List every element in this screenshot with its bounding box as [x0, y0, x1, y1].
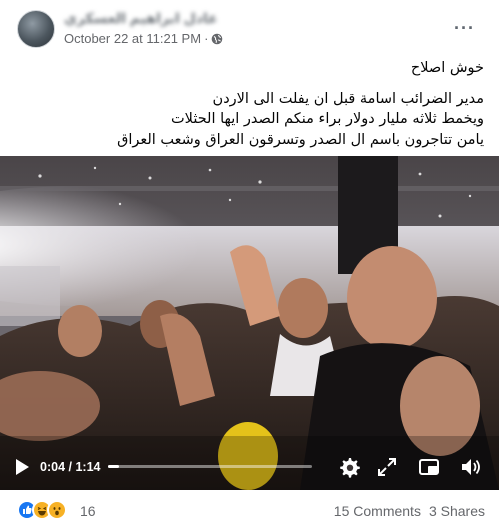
current-time: 0:04: [40, 460, 66, 474]
post-text-line: يامن تتاجرون باسم ال الصدر وتسرقون العرا…: [117, 131, 484, 148]
shares-count-link[interactable]: 3 Shares: [429, 503, 485, 519]
post-text-line: ويخمط ثلاثه مليار دولار براء منكم الصدر …: [171, 111, 484, 127]
globe-icon: [212, 33, 223, 44]
duration: 1:14: [75, 460, 101, 474]
more-options-button[interactable]: ···: [454, 18, 475, 39]
post-text: خوش اصلاح مدير الضرائب اسامة قبل ان يفلت…: [14, 58, 484, 150]
post-text-line: خوش اصلاح: [410, 60, 484, 76]
video-progress-fill: [108, 465, 120, 468]
comments-count-link[interactable]: 15 Comments: [334, 503, 421, 519]
play-icon[interactable]: [14, 458, 30, 476]
post-stats: 15 Comments 3 Shares: [334, 503, 485, 519]
picture-in-picture-icon[interactable]: [418, 456, 440, 478]
author-avatar[interactable]: [17, 10, 55, 48]
volume-icon[interactable]: [460, 456, 482, 478]
settings-icon[interactable]: [338, 456, 360, 478]
post-meta: October 22 at 11:21 PM ·: [64, 31, 223, 46]
facebook-post: عادل ابراهيم العسكري October 22 at 11:21…: [0, 0, 499, 530]
post-text-line: مدير الضرائب اسامة قبل ان يفلت الى الارد…: [212, 90, 484, 107]
fullscreen-icon[interactable]: [376, 456, 398, 478]
meta-separator: ·: [204, 31, 209, 46]
post-footer: 16 15 Comments 3 Shares: [0, 492, 499, 530]
video-player[interactable]: [0, 156, 499, 490]
time-separator: /: [65, 460, 76, 474]
video-frame: [0, 156, 499, 490]
video-time: 0:04 / 1:14: [40, 460, 100, 474]
reaction-icons[interactable]: [17, 500, 67, 520]
post-timestamp[interactable]: October 22 at 11:21 PM: [64, 31, 201, 46]
author-name[interactable]: عادل ابراهيم العسكري: [64, 10, 218, 27]
video-progress-bar[interactable]: [108, 465, 312, 468]
reaction-count[interactable]: 16: [80, 503, 96, 519]
post-header: عادل ابراهيم العسكري October 22 at 11:21…: [0, 0, 499, 54]
wow-reaction-icon: [47, 500, 67, 520]
